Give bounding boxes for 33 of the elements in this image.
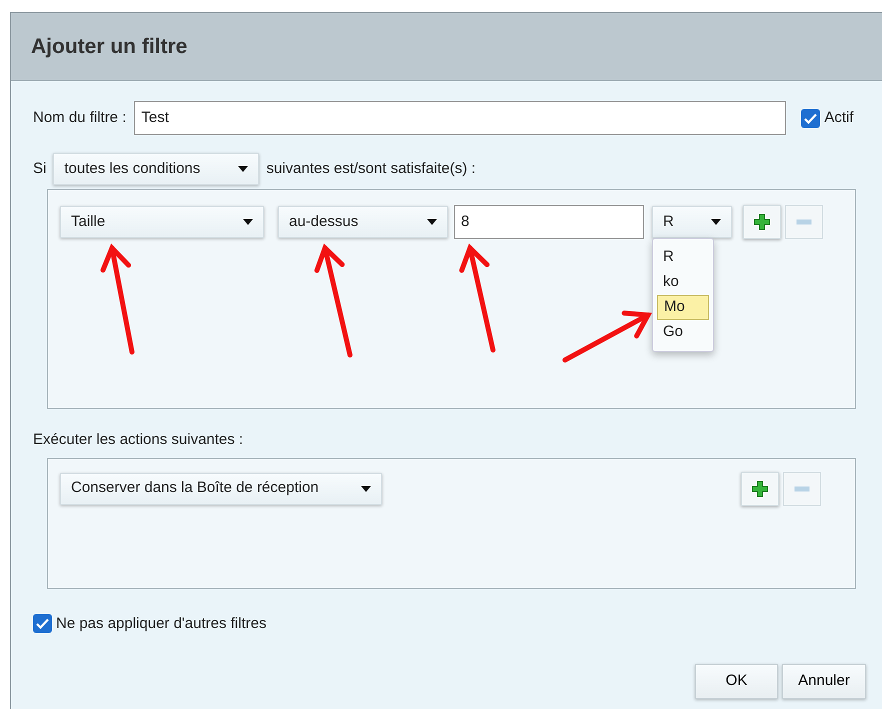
section-label: Exécuter les actions suivantes : bbox=[33, 430, 244, 450]
caret-icon bbox=[427, 219, 437, 225]
dropdown[interactable]: toutes les conditions bbox=[53, 153, 260, 185]
minus-icon bbox=[794, 486, 810, 492]
menu-option[interactable]: Mo bbox=[657, 295, 709, 320]
name-field[interactable]: Test bbox=[134, 101, 786, 135]
menu-option[interactable]: ko bbox=[657, 270, 709, 295]
add-button[interactable] bbox=[741, 472, 779, 506]
dialog-button[interactable]: Annuler bbox=[782, 664, 866, 699]
add-button[interactable] bbox=[743, 205, 781, 239]
value-field[interactable]: 8 bbox=[454, 205, 644, 239]
caret-icon bbox=[711, 219, 721, 225]
dropdown[interactable]: Conserver dans la Boîte de réception bbox=[60, 472, 382, 504]
window-title: Ajouter un filtre bbox=[31, 34, 188, 60]
checkbox[interactable] bbox=[801, 108, 820, 128]
condition-prefix: Si bbox=[33, 158, 46, 179]
plus-icon bbox=[752, 480, 768, 496]
field-label: Nom du filtre : bbox=[33, 108, 126, 128]
caret-icon bbox=[361, 486, 371, 492]
dialog-button[interactable]: OK bbox=[695, 664, 778, 699]
caret-icon bbox=[243, 219, 253, 225]
checkbox-label: Actif bbox=[824, 108, 854, 128]
menu-option[interactable]: Go bbox=[657, 320, 709, 345]
checkbox-label: Ne pas appliquer d'autres filtres bbox=[56, 614, 266, 634]
condition-suffix: suivantes est/sont satisfaite(s) : bbox=[266, 158, 476, 179]
minus-icon bbox=[796, 219, 812, 225]
dropdown[interactable]: Taille bbox=[60, 206, 264, 238]
dropdown[interactable]: R bbox=[652, 206, 732, 238]
plus-icon bbox=[754, 214, 770, 230]
dropdown[interactable]: au-dessus bbox=[278, 206, 448, 238]
menu-option[interactable]: R bbox=[657, 245, 709, 270]
caret-icon bbox=[238, 166, 248, 172]
checkbox[interactable] bbox=[33, 614, 52, 634]
